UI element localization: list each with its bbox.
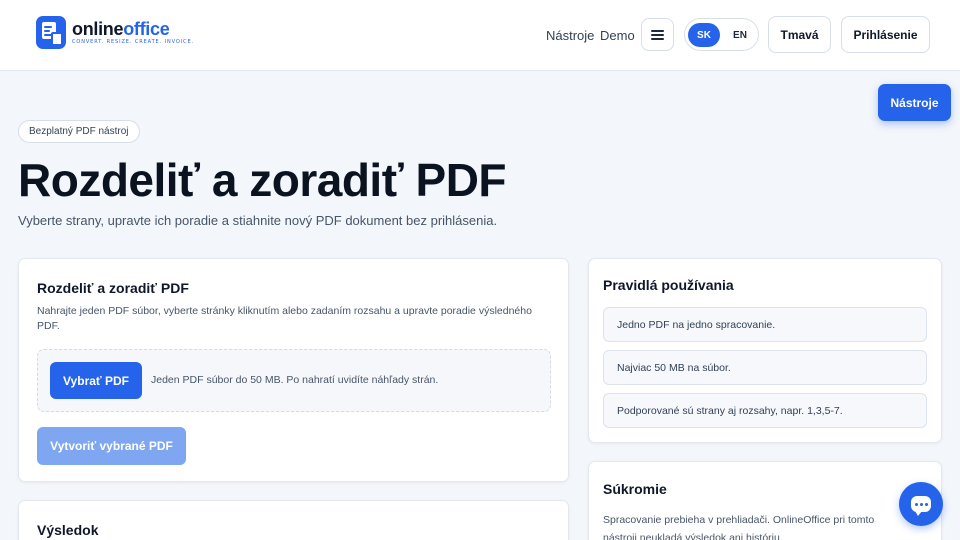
rule-item: Jedno PDF na jedno spracovanie.: [603, 307, 927, 342]
chat-button[interactable]: [899, 482, 943, 526]
page-subtitle: Vyberte strany, upravte ich poradie a st…: [18, 213, 498, 228]
rules-card: Pravidlá používania Jedno PDF na jedno s…: [588, 258, 942, 443]
privacy-card: Súkromie Spracovanie prebieha v prehliad…: [588, 461, 942, 540]
result-card: Výsledok: [18, 500, 569, 540]
brand-tagline: CONVERT. RESIZE. CREATE. INVOICE.: [72, 39, 194, 45]
hamburger-icon: [651, 29, 664, 40]
brand-logo[interactable]: onlineoffice CONVERT. RESIZE. CREATE. IN…: [36, 16, 194, 49]
tool-card-title: Rozdeliť a zoradiť PDF: [37, 280, 189, 296]
language-switch: SK EN: [684, 18, 759, 51]
tool-card: Rozdeliť a zoradiť PDF Nahrajte jeden PD…: [18, 258, 569, 482]
page-title: Rozdeliť a zoradiť PDF: [18, 154, 507, 206]
nav-link-tools[interactable]: Nástroje: [546, 28, 594, 43]
privacy-card-text: Spracovanie prebieha v prehliadači. Onli…: [603, 514, 875, 540]
chat-icon: [911, 496, 931, 516]
choose-pdf-button[interactable]: Vybrať PDF: [50, 362, 142, 399]
rule-item: Podporované sú strany aj rozsahy, napr. …: [603, 393, 927, 428]
upload-dropzone[interactable]: Vybrať PDF Jeden PDF súbor do 50 MB. Po …: [37, 349, 551, 412]
floating-tools-button[interactable]: Nástroje: [878, 84, 951, 121]
result-card-title: Výsledok: [37, 522, 99, 538]
tool-card-description: Nahrajte jeden PDF súbor, vyberte stránk…: [37, 305, 532, 332]
lang-sk-button[interactable]: SK: [688, 23, 720, 47]
rules-card-title: Pravidlá používania: [603, 277, 734, 293]
top-header: onlineoffice CONVERT. RESIZE. CREATE. IN…: [0, 0, 960, 71]
create-pdf-button[interactable]: Vytvoriť vybrané PDF: [37, 427, 186, 465]
menu-button[interactable]: [641, 18, 674, 51]
rule-item: Najviac 50 MB na súbor.: [603, 350, 927, 385]
nav-link-demo[interactable]: Demo: [600, 28, 635, 43]
logo-icon: [36, 16, 66, 49]
lang-en-button[interactable]: EN: [724, 23, 756, 47]
privacy-card-title: Súkromie: [603, 481, 667, 497]
theme-toggle-button[interactable]: Tmavá: [768, 16, 831, 53]
login-button[interactable]: Prihlásenie: [841, 16, 930, 53]
brand-name: onlineoffice: [72, 19, 170, 39]
upload-hint: Jeden PDF súbor do 50 MB. Po nahratí uvi…: [151, 374, 439, 386]
hero-badge: Bezplatný PDF nástroj: [18, 120, 140, 143]
